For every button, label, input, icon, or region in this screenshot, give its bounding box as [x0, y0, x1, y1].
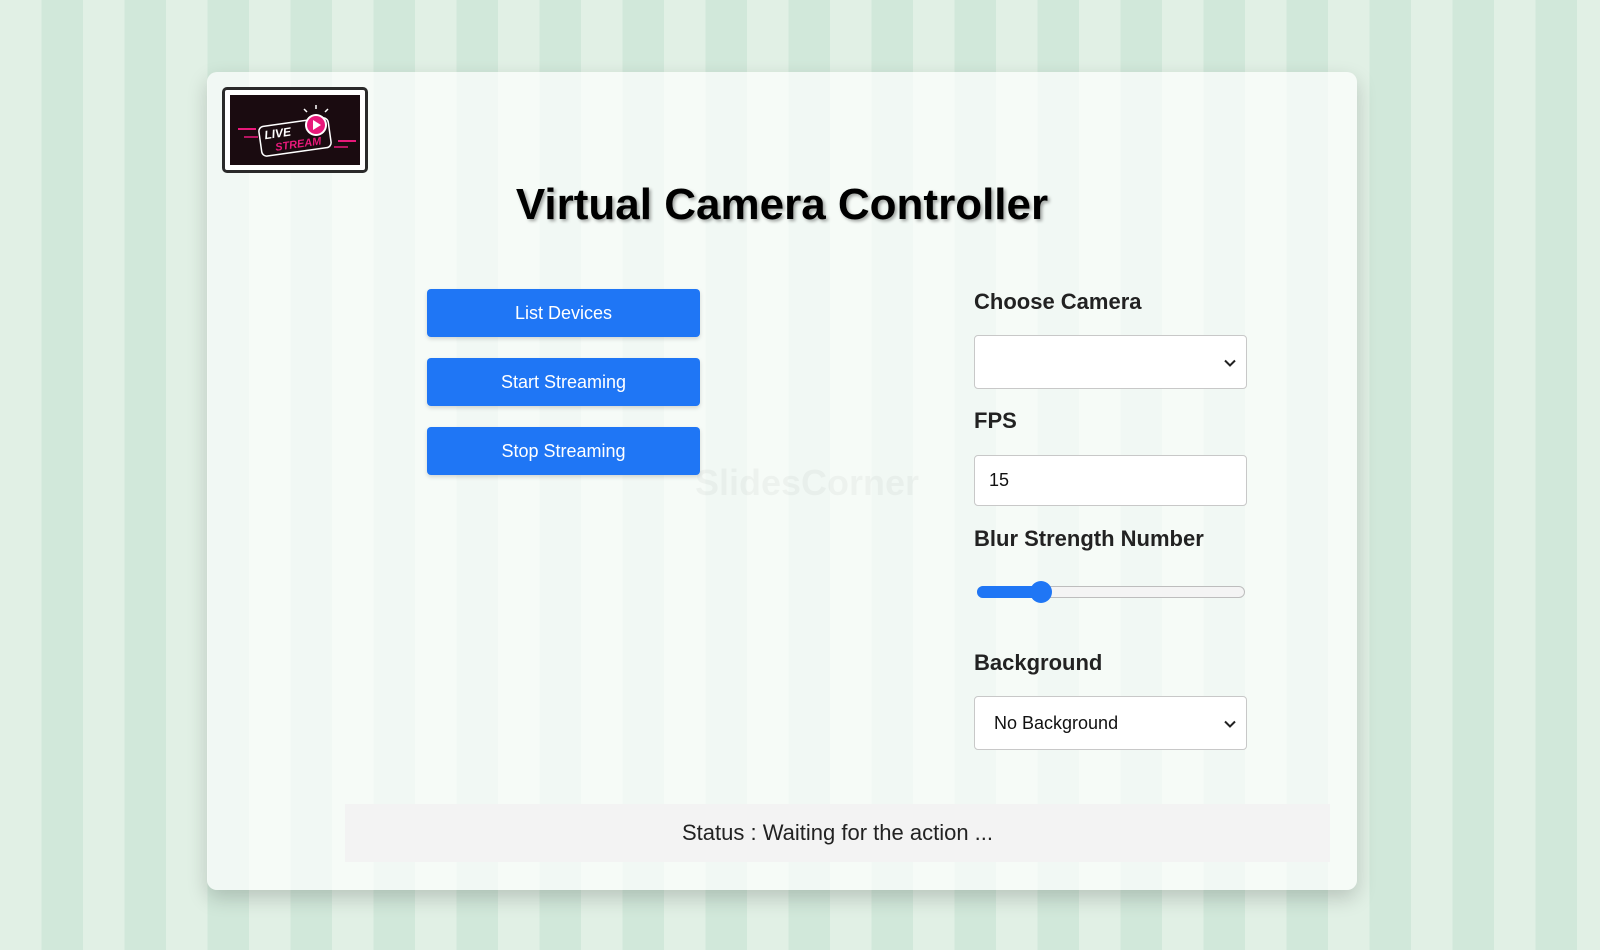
blur-strength-slider[interactable] [977, 581, 1245, 603]
live-stream-logo-icon: LIVE STREAM [238, 105, 356, 157]
background-label: Background [974, 650, 1103, 675]
background-select[interactable]: No Background [974, 696, 1247, 750]
live-stream-logo: LIVE STREAM [222, 87, 368, 173]
chevron-down-icon [1224, 352, 1236, 373]
stop-streaming-button[interactable]: Stop Streaming [427, 427, 700, 475]
app-card: LIVE STREAM SlidesCorner Virtual Camera … [207, 72, 1357, 890]
status-bar: Status : Waiting for the action ... [345, 804, 1330, 862]
slider-thumb[interactable] [1030, 581, 1053, 603]
fps-label: FPS [974, 408, 1017, 433]
watermark: SlidesCorner [695, 462, 919, 504]
list-devices-button[interactable]: List Devices [427, 289, 700, 337]
start-streaming-button[interactable]: Start Streaming [427, 358, 700, 406]
logo-image: LIVE STREAM [230, 95, 360, 165]
page-title: Virtual Camera Controller [515, 180, 1049, 229]
choose-camera-label: Choose Camera [974, 289, 1142, 314]
chevron-down-icon [1224, 713, 1236, 734]
camera-select[interactable] [974, 335, 1247, 389]
fps-input[interactable]: 15 [974, 455, 1247, 506]
background-select-value: No Background [994, 712, 1119, 733]
blur-strength-label: Blur Strength Number [974, 526, 1204, 551]
fps-input-value: 15 [989, 470, 1010, 490]
